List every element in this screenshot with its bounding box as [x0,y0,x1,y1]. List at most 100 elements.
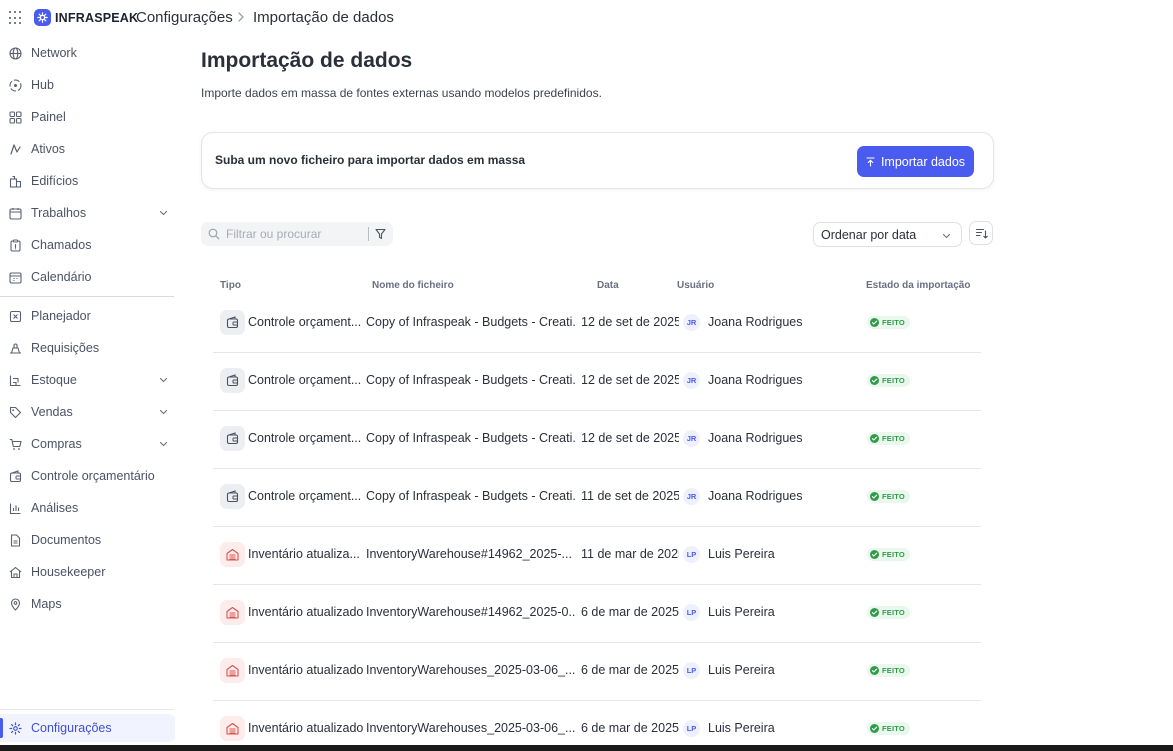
sort-order-icon [975,228,988,239]
row-user: Joana Rodrigues [708,489,803,503]
sidebar-item-vendas[interactable]: Vendas [0,398,175,426]
row-type: Inventário atualizado [248,721,363,735]
sidebar-item-network[interactable]: Network [0,39,175,67]
row-filename: Copy of Infraspeak - Budgets - Creati... [366,315,576,329]
import-data-button-label: Importar dados [880,154,966,169]
sidebar-item-label: Painel [31,110,66,124]
status-badge: FEITO [867,548,910,561]
table-row[interactable]: Controle orçament... Copy of Infraspeak -… [213,353,981,411]
row-date: 6 de mar de 2025 [581,605,679,619]
table-row[interactable]: Controle orçament... Copy of Infraspeak -… [213,295,981,353]
row-user: Luis Pereira [708,721,775,735]
chevron-down-icon [159,409,168,415]
sidebar-item-chamados[interactable]: Chamados [0,231,175,259]
table-row[interactable]: Inventário atualizado InventoryWarehouses… [213,643,981,701]
row-user: Joana Rodrigues [708,373,803,387]
status-badge-text: FEITO [882,666,905,675]
gear-icon [9,722,22,735]
check-circle-icon [870,376,879,385]
clipboard-icon [10,239,21,252]
inventory-icon [220,716,245,741]
chevron-down-icon [159,210,168,216]
sidebar-divider-bottom [0,709,174,710]
chevron-right-icon [238,12,244,22]
top-bar: INFRASPEAK Configurações Importação de d… [0,0,1173,36]
table-row[interactable]: Inventário atualizado InventoryWarehouses… [213,701,981,751]
status-badge-text: FEITO [882,376,905,385]
sort-select[interactable]: Ordenar por data [813,222,962,247]
row-date: 11 de mar de 2025 [581,547,679,561]
row-user: Luis Pereira [708,547,775,561]
wallet-icon [220,368,245,393]
status-badge-text: FEITO [882,492,905,501]
search-input[interactable] [226,225,364,243]
logo[interactable]: INFRASPEAK [34,9,138,26]
row-filename: InventoryWarehouse#14962_2025-... [366,547,572,561]
avatar: LP [683,546,700,563]
row-date: 6 de mar de 2025 [581,721,679,735]
check-circle-icon [870,492,879,501]
sidebar-item-housekeeper[interactable]: Housekeeper [0,558,175,586]
tag-icon [9,406,22,419]
row-type: Controle orçament... [248,373,362,387]
sidebar-item-label: Edifícios [31,174,79,188]
sidebar-item-maps[interactable]: Maps [0,590,175,618]
sidebar-item-configuracoes[interactable]: Configurações [0,714,175,742]
sidebar-item-label: Hub [31,78,54,92]
upload-card: Suba um novo ficheiro para importar dado… [201,132,994,189]
sidebar-item-trabalhos[interactable]: Trabalhos [0,199,175,227]
sidebar-item-compras[interactable]: Compras [0,430,175,458]
status-badge: FEITO [867,374,910,387]
table-row[interactable]: Controle orçament... Copy of Infraspeak -… [213,469,981,527]
column-header-filename[interactable]: Nome do ficheiro [372,280,454,291]
wallet-icon [220,426,245,451]
table-row[interactable]: Inventário atualizado InventoryWarehouse#… [213,585,981,643]
sidebar-item-hub[interactable]: Hub [0,71,175,99]
row-date: 6 de mar de 2025 [581,663,679,677]
table-row[interactable]: Controle orçament... Copy of Infraspeak -… [213,411,981,469]
sort-select-value: Ordenar por data [821,228,917,242]
sidebar-item-calendario[interactable]: Calendário [0,263,175,291]
wallet-icon [220,310,245,335]
sidebar-item-label: Chamados [31,238,92,252]
breadcrumb-settings[interactable]: Configurações [136,9,233,26]
sidebar-item-planejador[interactable]: Planejador [0,302,175,330]
search-divider [368,227,369,241]
column-header-status[interactable]: Estado da importação [866,280,970,291]
check-circle-icon [870,666,879,675]
row-date: 12 de set de 2025 [581,373,679,387]
sidebar-item-label: Network [31,46,77,60]
row-filename: InventoryWarehouse#14962_2025-0... [366,605,576,619]
sidebar-item-label: Planejador [31,309,91,323]
column-header-user[interactable]: Usuário [677,280,714,291]
row-type: Inventário atualizado [248,605,363,619]
sidebar-item-painel[interactable]: Painel [0,103,175,131]
sidebar-item-ativos[interactable]: Ativos [0,135,175,163]
page-subtitle: Importe dados em massa de fontes externa… [201,86,602,100]
avatar: LP [683,662,700,679]
sidebar-item-analises[interactable]: Análises [0,494,175,522]
document-icon [10,534,21,547]
import-data-button[interactable]: Importar dados [857,146,974,177]
sidebar-item-edificios[interactable]: Edifícios [0,167,175,195]
row-user: Luis Pereira [708,663,775,677]
sidebar-item-requisicoes[interactable]: Requisições [0,334,175,362]
sort-direction-button[interactable] [969,221,993,245]
sidebar-divider [0,296,174,297]
filter-icon[interactable] [375,228,386,240]
sidebar-item-label: Estoque [31,373,77,387]
table-row[interactable]: Inventário atualiza... InventoryWarehouse… [213,527,981,585]
logo-text: INFRASPEAK [55,10,139,25]
app-launcher-icon[interactable] [9,11,23,25]
row-user: Luis Pereira [708,605,775,619]
active-indicator [0,718,3,738]
row-user: Joana Rodrigues [708,315,803,329]
sidebar-item-documentos[interactable]: Documentos [0,526,175,554]
column-header-type[interactable]: Tipo [220,280,241,291]
row-date: 11 de set de 2025 [581,489,679,503]
sidebar-item-controle-orcamentario[interactable]: Controle orçamentário [0,462,175,490]
sidebar-item-label: Calendário [31,270,92,284]
check-circle-icon [870,724,879,733]
sidebar-item-estoque[interactable]: Estoque [0,366,175,394]
column-header-date[interactable]: Data [597,280,619,291]
